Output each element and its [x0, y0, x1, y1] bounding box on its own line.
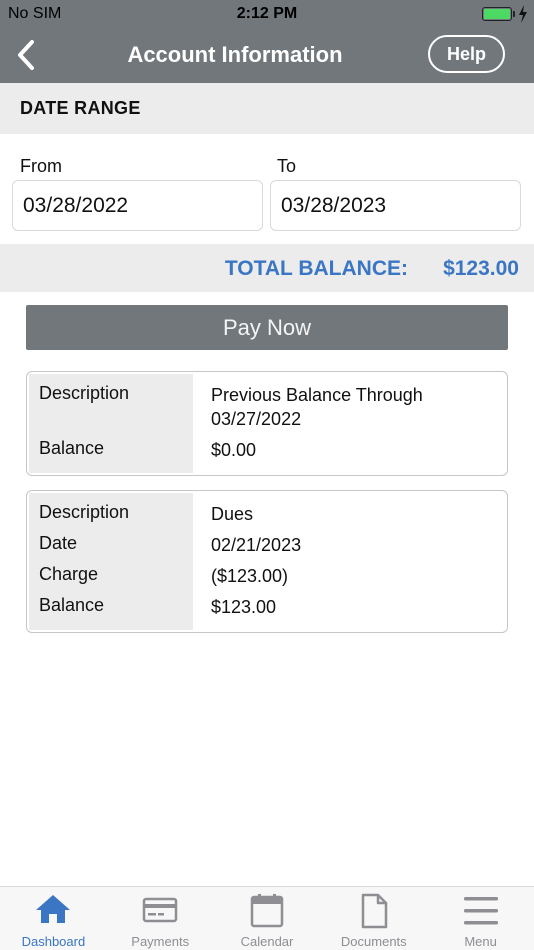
- battery-icon: [482, 7, 515, 21]
- nav-bar: Account Information Help: [0, 28, 534, 83]
- row-key: Date: [39, 533, 78, 553]
- calendar-icon: [250, 894, 284, 928]
- row-value: Previous Balance Through 03/27/2022: [211, 385, 423, 429]
- row-key: Description: [39, 502, 130, 522]
- row-value: $0.00: [211, 440, 257, 460]
- total-balance-value: $123.00: [443, 257, 519, 280]
- home-icon: [36, 895, 71, 923]
- clock: 2:12 PM: [236, 5, 298, 22]
- row-key: Balance: [39, 438, 105, 458]
- date-range-header: DATE RANGE: [0, 83, 534, 134]
- row-value: ($123.00): [211, 566, 289, 586]
- row-value: Dues: [211, 504, 254, 524]
- tab-calendar[interactable]: Calendar: [214, 887, 321, 950]
- tab-documents[interactable]: Documents: [320, 887, 427, 950]
- date-range-title: DATE RANGE: [20, 98, 141, 118]
- row-key: Balance: [39, 595, 105, 615]
- row-value: 02/21/2023: [211, 535, 302, 555]
- pay-now-button[interactable]: Pay Now: [26, 305, 508, 350]
- row-key: Charge: [39, 564, 99, 584]
- tab-label: Dashboard: [21, 934, 86, 949]
- total-balance-label: TOTAL BALANCE:: [224, 257, 408, 280]
- tab-label: Menu: [464, 934, 497, 949]
- to-label: To: [277, 156, 297, 176]
- tab-menu[interactable]: Menu: [427, 887, 534, 950]
- from-label: From: [20, 156, 62, 176]
- tab-dashboard[interactable]: Dashboard: [0, 887, 107, 950]
- transaction-card: Description Previous Balance Through 03/…: [26, 371, 508, 476]
- tab-bar: Dashboard Payments Calendar Documents Me…: [0, 886, 534, 950]
- document-icon: [361, 893, 388, 929]
- to-date-field[interactable]: 03/28/2023: [270, 180, 521, 231]
- row-value: $123.00: [211, 597, 277, 617]
- help-button[interactable]: Help: [428, 35, 505, 73]
- from-date-field[interactable]: 03/28/2022: [12, 180, 263, 231]
- status-bar: No SIM 2:12 PM: [0, 0, 534, 28]
- tab-payments[interactable]: Payments: [107, 887, 214, 950]
- tab-label: Calendar: [240, 934, 294, 949]
- charging-bolt-icon: [519, 5, 527, 23]
- page-title: Account Information: [127, 42, 343, 67]
- credit-card-icon: [142, 897, 178, 923]
- tab-label: Payments: [131, 934, 190, 949]
- total-balance-bar: TOTAL BALANCE: $123.00: [0, 244, 534, 292]
- tab-label: Documents: [340, 934, 407, 949]
- row-key: Description: [39, 383, 130, 403]
- menu-icon: [463, 897, 498, 925]
- transaction-card: Description Dues Date 02/21/2023 Charge …: [26, 490, 508, 633]
